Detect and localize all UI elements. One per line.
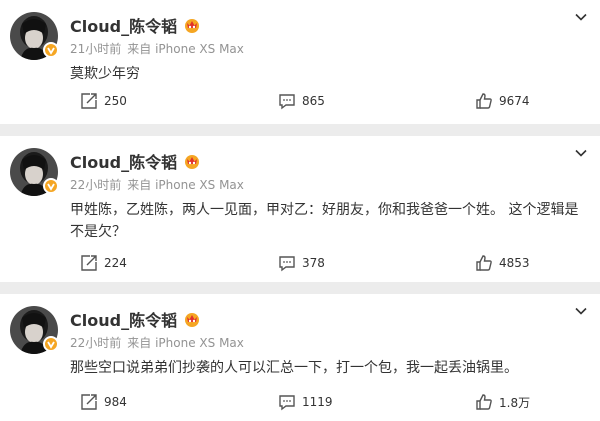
comment-button[interactable]: 1119 bbox=[278, 391, 333, 413]
comment-count: 378 bbox=[302, 256, 325, 270]
vip-crown-icon bbox=[185, 155, 200, 169]
like-count: 9674 bbox=[499, 94, 530, 108]
like-button[interactable]: 4853 bbox=[475, 252, 530, 274]
thumbs-up-icon bbox=[476, 255, 492, 271]
comment-icon bbox=[279, 94, 295, 110]
like-count: 4853 bbox=[499, 256, 530, 270]
post-time[interactable]: 21小时前 bbox=[70, 42, 121, 56]
author-name[interactable]: Cloud_陈令韬 bbox=[70, 13, 177, 37]
chevron-down-icon[interactable] bbox=[574, 10, 588, 24]
chevron-down-icon[interactable] bbox=[574, 304, 588, 318]
weibo-feed: Cloud_陈令韬 21小时前 来自 iPhone XS Max 莫欺少年穷 25… bbox=[0, 0, 600, 421]
author-name[interactable]: Cloud_陈令韬 bbox=[70, 307, 177, 331]
author-name[interactable]: Cloud_陈令韬 bbox=[70, 149, 177, 173]
post-time[interactable]: 22小时前 bbox=[70, 336, 121, 350]
post-card: Cloud_陈令韬 21小时前 来自 iPhone XS Max 莫欺少年穷 25… bbox=[0, 0, 600, 124]
post-card: Cloud_陈令韬 22小时前 来自 iPhone XS Max 那些空口说弟弟们… bbox=[0, 294, 600, 421]
comment-icon bbox=[279, 395, 295, 411]
post-content: 莫欺少年穷 bbox=[70, 66, 140, 82]
repost-icon bbox=[81, 394, 97, 410]
vip-crown-icon bbox=[185, 313, 200, 327]
thumbs-up-icon bbox=[476, 93, 492, 109]
thumbs-up-icon bbox=[476, 394, 492, 410]
repost-button[interactable]: 250 bbox=[80, 90, 127, 112]
repost-count: 250 bbox=[104, 94, 127, 108]
post-source: 来自 iPhone XS Max bbox=[127, 42, 244, 56]
post-content: 那些空口说弟弟们抄袭的人可以汇总一下，打一个包，我一起丢油锅里。 bbox=[70, 360, 518, 376]
repost-count: 984 bbox=[104, 395, 127, 409]
post-source: 来自 iPhone XS Max bbox=[127, 336, 244, 350]
post-content: 甲姓陈，乙姓陈，两人一见面，甲对乙：好朋友，你和我爸爸一个姓。 这个逻辑是不是欠… bbox=[70, 202, 579, 240]
comment-count: 1119 bbox=[302, 395, 333, 409]
repost-icon bbox=[81, 93, 97, 109]
action-bar: 224 378 4853 bbox=[0, 252, 600, 274]
verified-badge-icon bbox=[43, 178, 59, 194]
vip-crown-icon bbox=[185, 19, 200, 33]
action-bar: 250 865 9674 bbox=[0, 90, 600, 112]
repost-button[interactable]: 224 bbox=[80, 252, 127, 274]
like-button[interactable]: 1.8万 bbox=[475, 391, 530, 413]
chevron-down-icon[interactable] bbox=[574, 146, 588, 160]
comment-count: 865 bbox=[302, 94, 325, 108]
comment-button[interactable]: 378 bbox=[278, 252, 325, 274]
like-button[interactable]: 9674 bbox=[475, 90, 530, 112]
post-source: 来自 iPhone XS Max bbox=[127, 178, 244, 192]
post-time[interactable]: 22小时前 bbox=[70, 178, 121, 192]
action-bar: 984 1119 1.8万 bbox=[0, 391, 600, 413]
verified-badge-icon bbox=[43, 42, 59, 58]
verified-badge-icon bbox=[43, 336, 59, 352]
comment-button[interactable]: 865 bbox=[278, 90, 325, 112]
post-card: Cloud_陈令韬 22小时前 来自 iPhone XS Max 甲姓陈，乙姓陈，… bbox=[0, 136, 600, 282]
comment-icon bbox=[279, 256, 295, 272]
like-count: 1.8万 bbox=[499, 395, 531, 410]
repost-count: 224 bbox=[104, 256, 127, 270]
repost-icon bbox=[81, 255, 97, 271]
repost-button[interactable]: 984 bbox=[80, 391, 127, 413]
